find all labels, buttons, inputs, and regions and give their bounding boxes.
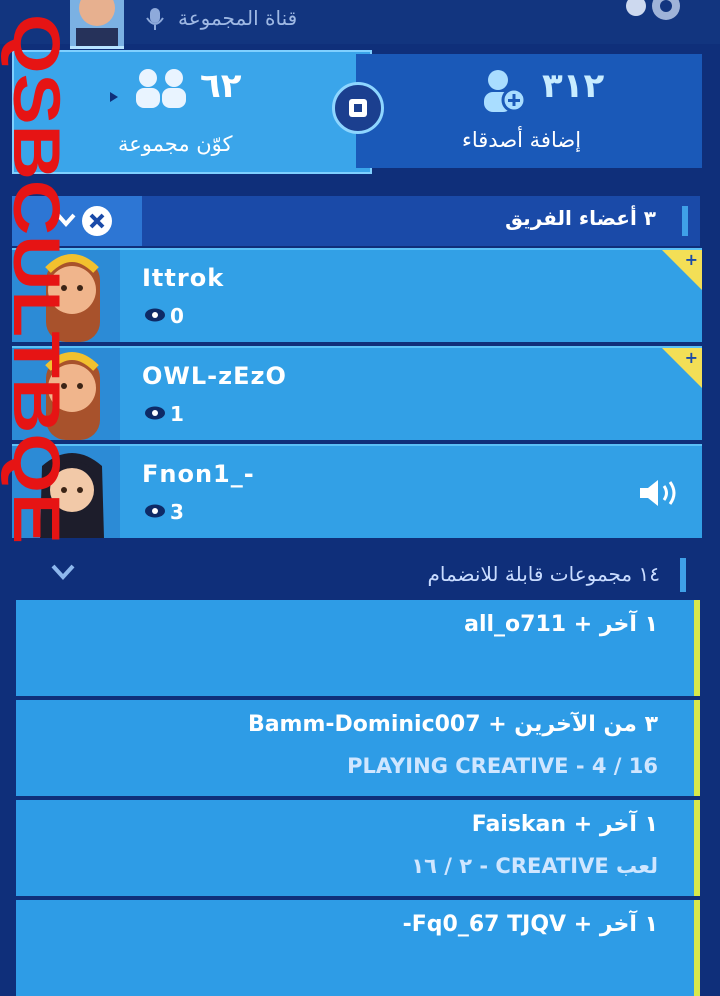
add-friends-label: إضافة أصدقاء — [462, 128, 582, 152]
chevron-down-icon[interactable] — [50, 562, 76, 586]
group-people-icon — [130, 66, 194, 114]
channel-label: قناة المجموعة — [178, 6, 298, 30]
party-count: ٦٢ — [200, 66, 242, 106]
party-members: ١ آخر + all_o711 — [464, 612, 658, 637]
eye-level-icon — [144, 304, 166, 328]
microphone-icon[interactable] — [142, 6, 168, 32]
member-level: 0 — [144, 304, 184, 328]
member-level-value: 3 — [170, 500, 184, 524]
team-member-row[interactable]: Ittrok 0 + — [12, 248, 702, 342]
member-level: 1 — [144, 402, 184, 426]
member-name: Fnon1_- — [142, 460, 255, 488]
close-icon — [89, 213, 105, 229]
add-friends-button[interactable]: ٣١٢ إضافة أصدقاء — [356, 54, 702, 168]
speaker-icon[interactable] — [638, 478, 682, 512]
member-level-value: 0 — [170, 304, 184, 328]
party-members: ٣ من الآخرين + Bamm-Dominic007 — [247, 712, 658, 737]
member-level-value: 1 — [170, 402, 184, 426]
eye-level-icon — [144, 500, 166, 524]
watermark-overlay: QSBCULTBQE — [0, 6, 80, 546]
joinable-party-row[interactable]: ٣ من الآخرين + Bamm-Dominic007 PLAYING C… — [16, 700, 700, 796]
panel-toggle-button[interactable] — [332, 82, 384, 134]
party-members: ١ آخر + Fq0_67 TJQV- — [402, 912, 658, 937]
party-status: PLAYING CREATIVE - 4 / 16 — [347, 754, 658, 778]
joinable-title: ١٤ مجموعات قابلة للانضمام — [427, 562, 660, 586]
chevron-left-icon — [110, 92, 118, 102]
joinable-party-row[interactable]: ١ آخر + Faiskan لعب CREATIVE - ٢ / ١٦ — [16, 800, 700, 896]
joinable-parties-header: ١٤ مجموعات قابلة للانضمام — [0, 548, 720, 602]
leave-party-button[interactable] — [82, 206, 112, 236]
member-level: 3 — [144, 500, 184, 524]
team-member-row[interactable]: Fnon1_- 3 — [12, 444, 702, 538]
plus-icon: + — [684, 348, 698, 367]
friends-count: ٣١٢ — [542, 66, 605, 106]
member-name: Ittrok — [142, 264, 225, 292]
create-party-label: كوّن مجموعة — [118, 132, 233, 156]
joinable-party-row[interactable]: ١ آخر + Fq0_67 TJQV- — [16, 900, 700, 996]
team-member-row[interactable]: OWL-zEzO 1 + — [12, 346, 702, 440]
member-name: OWL-zEzO — [142, 362, 287, 390]
plus-icon: + — [684, 250, 698, 269]
watermark-text: QSBCULTBQE — [0, 14, 74, 544]
party-status: لعب CREATIVE - ٢ / ١٦ — [411, 854, 658, 878]
joinable-party-row[interactable]: ١ آخر + all_o711 — [16, 600, 700, 696]
team-title: ٣ أعضاء الفريق — [505, 206, 656, 230]
settings-gear-icon[interactable] — [622, 0, 682, 32]
eye-level-icon — [144, 402, 166, 426]
party-members: ١ آخر + Faiskan — [471, 812, 658, 837]
add-friend-icon — [480, 68, 528, 118]
